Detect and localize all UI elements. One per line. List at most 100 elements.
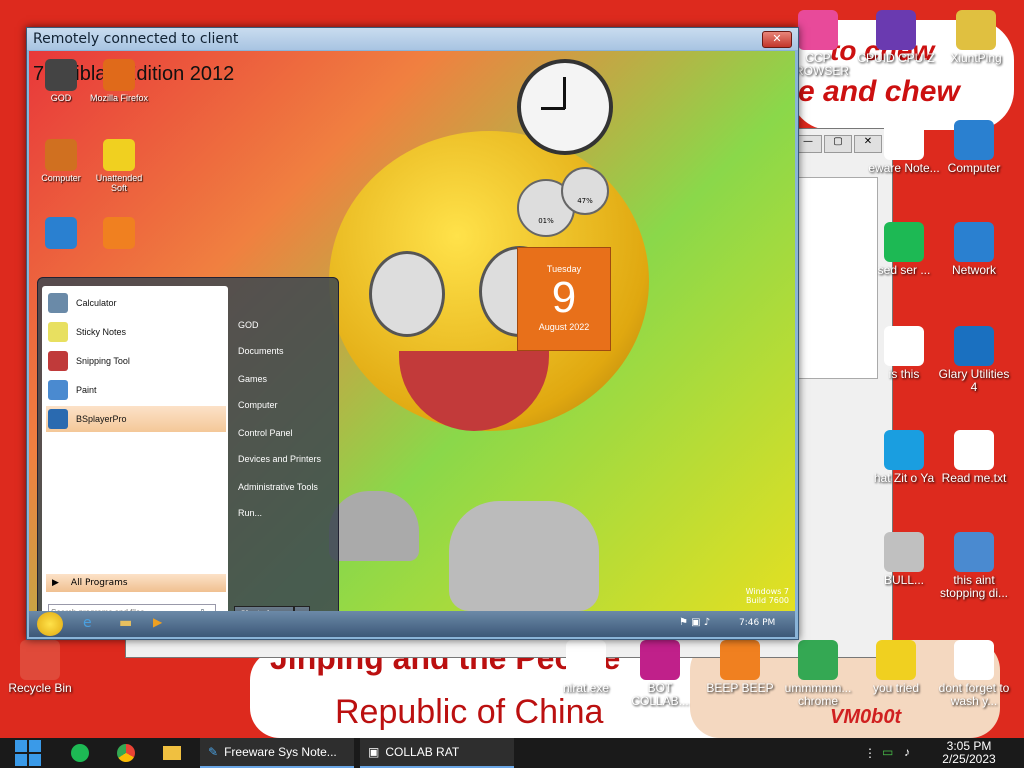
- start-program-label: Sticky Notes: [76, 327, 127, 337]
- remote-icon-network[interactable]: [31, 217, 91, 251]
- glary-icon: [954, 326, 994, 366]
- traffic-cone-icon: [720, 640, 760, 680]
- start-program-item[interactable]: Calculator: [46, 290, 226, 316]
- clock-gadget[interactable]: [517, 59, 613, 155]
- remote-icon-computer[interactable]: Computer: [31, 139, 91, 183]
- character-eye: [369, 251, 445, 337]
- desktop-icon-cpuz[interactable]: CPUID CPU-Z: [856, 10, 936, 65]
- start-program-label: Calculator: [76, 298, 117, 308]
- start-program-item[interactable]: Snipping Tool: [46, 348, 226, 374]
- remote-icon-label: GOD: [50, 93, 72, 103]
- start-menu-link[interactable]: Computer: [238, 400, 278, 410]
- start-orb-icon[interactable]: [37, 612, 63, 636]
- setup-icon: [954, 532, 994, 572]
- desktop-icon-label: this aint stopping di...: [939, 573, 1009, 600]
- desktop-icon-you-tried[interactable]: you tried: [856, 640, 936, 695]
- ie-icon[interactable]: e: [83, 615, 92, 631]
- start-menu-link[interactable]: Devices and Printers: [238, 454, 321, 464]
- taskbar: ✎ Freeware Sys Note... ▣ COLLAB RAT ⋮ ▭ ♪ …: [0, 738, 1024, 768]
- notes-icon: [884, 120, 924, 160]
- text-file-icon: [954, 430, 994, 470]
- tray-overflow-icon[interactable]: ⋮: [864, 746, 876, 760]
- skype-icon: [884, 430, 924, 470]
- desktop-icon-nirat[interactable]: nirat.exe: [546, 640, 626, 695]
- god-icon: [45, 59, 77, 91]
- desktop-icon-beep[interactable]: BEEP BEEP: [700, 640, 780, 695]
- spotify-icon: [884, 222, 924, 262]
- start-button[interactable]: [8, 738, 48, 768]
- task-notes[interactable]: ✎ Freeware Sys Note...: [200, 738, 354, 768]
- start-program-label: Snipping Tool: [76, 356, 130, 366]
- arrow-right-icon: ▶: [52, 578, 59, 588]
- start-program-item[interactable]: Paint: [46, 377, 226, 403]
- remote-icon-vlc[interactable]: [89, 217, 149, 251]
- calendar-day: 9: [551, 273, 577, 322]
- desktop-icon-label: Computer: [947, 161, 1001, 175]
- scissors-icon: [48, 351, 68, 371]
- start-menu-link[interactable]: Run...: [238, 508, 262, 518]
- task-collab-rat[interactable]: ▣ COLLAB RAT: [360, 738, 514, 768]
- calendar-gadget[interactable]: Tuesday 9 August 2022: [517, 247, 611, 351]
- maximize-icon[interactable]: ▢: [824, 135, 852, 153]
- memory-gauge[interactable]: 47%: [561, 167, 609, 215]
- folder-icon[interactable]: [154, 738, 190, 768]
- firefox-icon: [103, 59, 135, 91]
- start-menu-link[interactable]: Documents: [238, 346, 284, 356]
- spotify-icon[interactable]: [62, 738, 98, 768]
- remote-icon-god[interactable]: GOD: [31, 59, 91, 103]
- remote-connection-window[interactable]: Remotely connected to client ✕ 7ossiblae…: [26, 27, 799, 640]
- watermark: Windows 7 Build 7600: [745, 587, 789, 605]
- remote-taskbar: e ▬ ▶ ⚑ ▣ ♪ 7:46 PM: [29, 611, 795, 637]
- desktop-icon-label: hat Zit o Ya: [873, 471, 935, 485]
- clock[interactable]: 3:05 PM 2/25/2023: [938, 740, 1000, 766]
- start-program-item[interactable]: BSplayerPro: [46, 406, 226, 432]
- desktop-icon-label: BULL...: [883, 573, 925, 587]
- memory-value: 47%: [577, 197, 593, 205]
- desktop-icon-stopping[interactable]: this aint stopping di...: [934, 532, 1014, 600]
- start-menu-link[interactable]: Games: [238, 374, 267, 384]
- computer-icon: [45, 139, 77, 171]
- close-button[interactable]: ✕: [762, 31, 792, 48]
- chrome-icon[interactable]: [108, 738, 144, 768]
- clock-minute-hand: [563, 77, 566, 109]
- remote-icon-firefox[interactable]: Mozilla Firefox: [89, 59, 149, 103]
- character-shoe: [449, 501, 599, 611]
- tray-icons[interactable]: ⚑ ▣ ♪: [679, 617, 710, 628]
- desktop-icon-recycle[interactable]: Recycle Bin: [0, 640, 80, 695]
- start-menu: Calculator Sticky Notes Snipping Tool Paint…: [37, 277, 339, 635]
- desktop-icon-glary[interactable]: Glary Utilities 4: [934, 326, 1014, 394]
- desktop-icon-network[interactable]: Network: [934, 222, 1014, 277]
- desktop-icon-is-this[interactable]: is this: [864, 326, 944, 381]
- start-program-item[interactable]: Sticky Notes: [46, 319, 226, 345]
- folder-icon[interactable]: ▬: [119, 615, 132, 631]
- clock-date: 2/25/2023: [942, 752, 996, 766]
- desktop-icon-bot-collab[interactable]: BOT COLLAB...: [620, 640, 700, 708]
- desktop-icon-freeware-notes[interactable]: eware Note...: [864, 120, 944, 175]
- desktop-icon-used-browser[interactable]: sed ser ...: [864, 222, 944, 277]
- desktop-icon-readme[interactable]: Read me.txt: [934, 430, 1014, 485]
- signature: VM0b0t: [830, 706, 902, 728]
- desktop-icon-bull[interactable]: BULL...: [864, 532, 944, 587]
- desktop-icon-label: BEEP BEEP: [706, 681, 774, 695]
- desktop-icon-dont-forget[interactable]: dont forget to wash y...: [934, 640, 1014, 708]
- rat-icon: ▣: [368, 745, 380, 759]
- desktop-icon-label: dont forget to wash y...: [938, 681, 1010, 708]
- start-menu-link[interactable]: GOD: [238, 320, 259, 330]
- chrome-icon: [798, 640, 838, 680]
- start-menu-programs: Calculator Sticky Notes Snipping Tool Paint…: [42, 286, 228, 632]
- desktop-icon-xiuntping[interactable]: XiuntPing: [936, 10, 1016, 65]
- desktop-icon-computer[interactable]: Computer: [934, 120, 1014, 175]
- start-menu-link[interactable]: Control Panel: [238, 428, 293, 438]
- desktop-icon-label: eware Note...: [868, 161, 940, 175]
- start-menu-link[interactable]: Administrative Tools: [238, 482, 318, 492]
- clock-hour-hand: [541, 107, 565, 110]
- media-player-icon[interactable]: ▶: [153, 615, 162, 629]
- title-bar[interactable]: Remotely connected to client ✕: [27, 28, 798, 50]
- desktop-icon-chrome[interactable]: ummmmm... chrome: [778, 640, 858, 708]
- desktop-icon-skype[interactable]: hat Zit o Ya: [864, 430, 944, 485]
- all-programs-button[interactable]: ▶ All Programs: [46, 574, 226, 592]
- remote-icon-unattended[interactable]: Unattended Soft: [89, 139, 149, 193]
- remote-clock[interactable]: 7:46 PM: [739, 618, 775, 628]
- network-tray-icon[interactable]: ▭: [882, 745, 893, 759]
- volume-icon[interactable]: ♪: [904, 745, 910, 759]
